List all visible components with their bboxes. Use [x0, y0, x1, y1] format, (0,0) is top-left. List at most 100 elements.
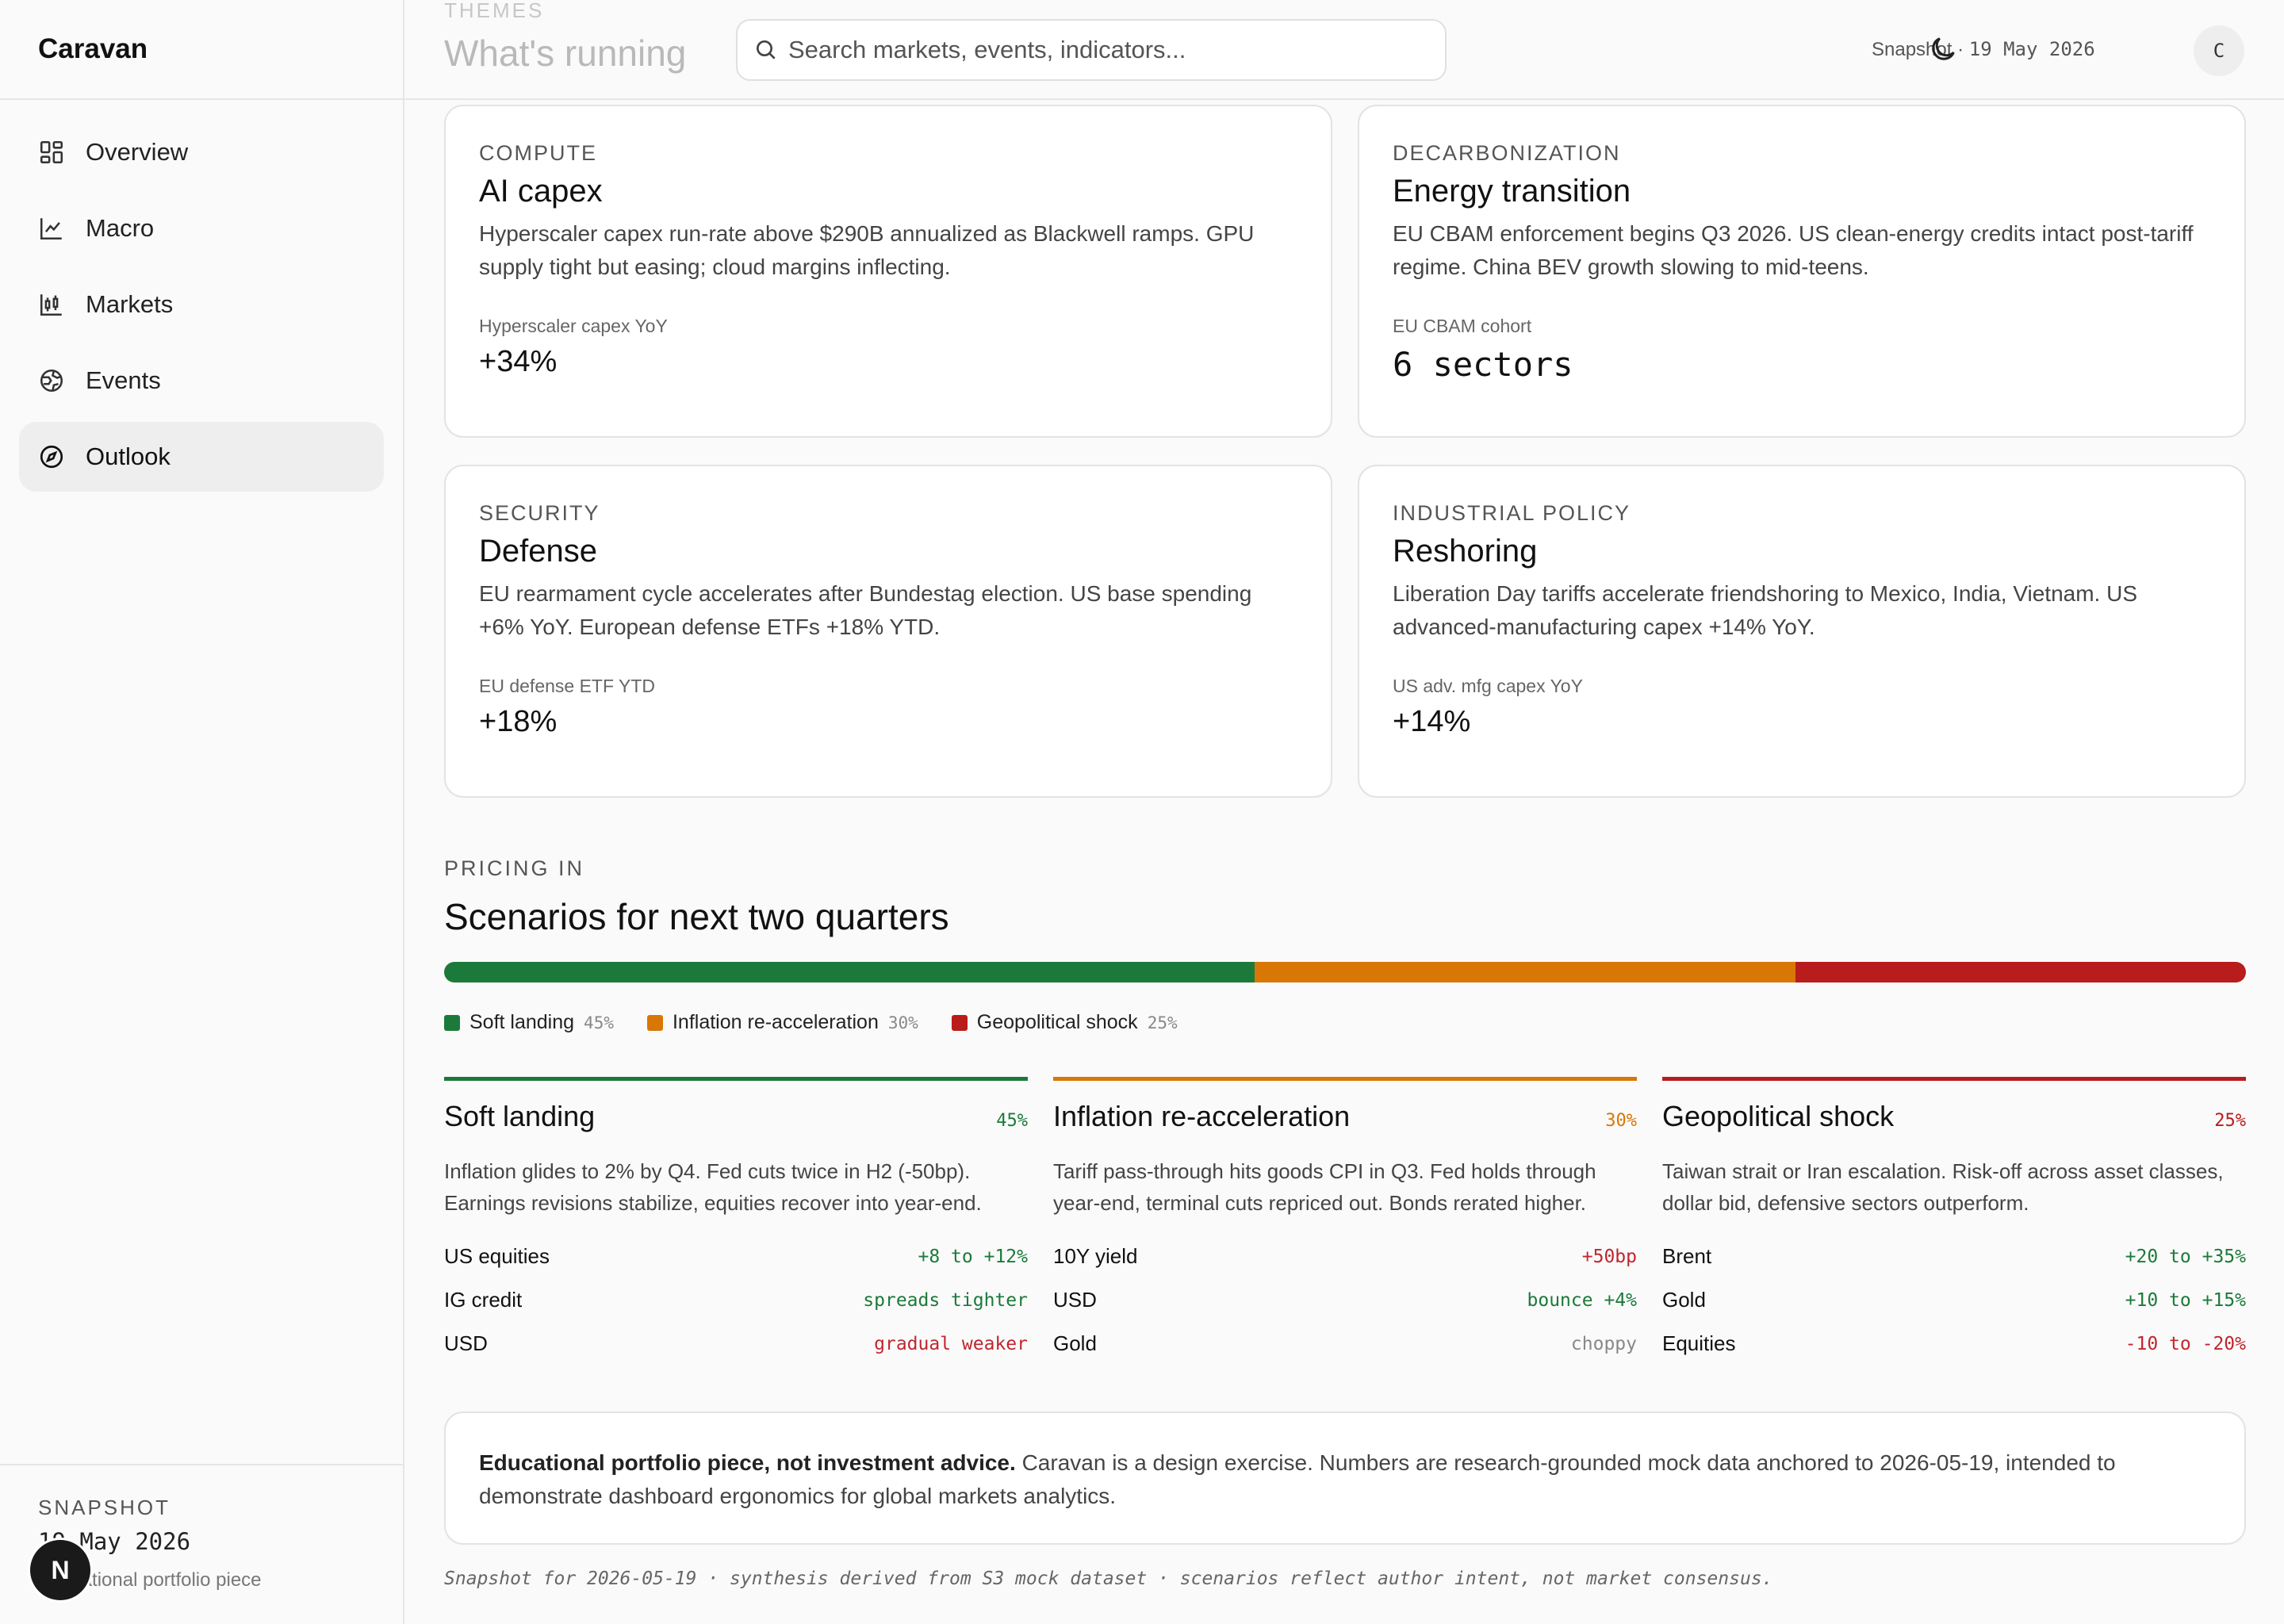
section-title: What's running [444, 33, 687, 74]
theme-metric-label: US adv. mfg capex YoY [1393, 676, 1583, 696]
disclaimer-bold: Educational portfolio piece, not investm… [479, 1450, 1016, 1475]
scenario-description: Taiwan strait or Iran escalation. Risk-o… [1662, 1159, 2224, 1215]
theme-eyebrow: INDUSTRIAL POLICY [1393, 501, 1631, 525]
theme-description: Hyperscaler capex run-rate above $290B a… [479, 221, 1255, 279]
snapshot-date: 19 May 2026 [1968, 38, 2095, 60]
asset-outlook: choppy [1570, 1333, 1637, 1354]
theme-title: Reshoring [1393, 534, 1538, 569]
theme-card-ai-capex[interactable]: COMPUTE AI capex Hyperscaler capex run-r… [444, 105, 1332, 438]
sidebar-item-markets[interactable]: Markets [19, 270, 384, 339]
scenario-title: Geopolitical shock [1662, 1100, 1895, 1132]
bar-segment-soft-landing [444, 962, 1255, 982]
theme-metric-label: EU defense ETF YTD [479, 676, 655, 696]
search-input[interactable] [787, 35, 1424, 65]
sidebar-item-label: Outlook [86, 442, 171, 470]
theme-card-defense[interactable]: SECURITY Defense EU rearmament cycle acc… [444, 465, 1332, 798]
scenario-row: 10Y yield +50bp [1053, 1235, 1637, 1278]
asset-name: 10Y yield [1053, 1244, 1138, 1268]
legend-pct: 45% [584, 1013, 614, 1032]
sidebar: Caravan Overview Macro Markets Events Ou… [0, 0, 404, 1624]
sidebar-item-label: Events [86, 366, 161, 394]
brand-name[interactable]: Caravan [0, 0, 403, 100]
scenario-title: Inflation re-acceleration [1053, 1100, 1351, 1132]
scenario-probability-bar [444, 962, 2246, 982]
sidebar-item-label: Markets [86, 290, 174, 318]
asset-outlook: -10 to -20% [2125, 1333, 2246, 1354]
scenario-row: US equities +8 to +12% [444, 1235, 1028, 1278]
legend-item-inflation: Inflation re-acceleration 30% [646, 1011, 918, 1034]
snapshot-label: SNAPSHOT [38, 1496, 171, 1519]
snapshot-indicator: Snapshot · 19 May 2026 [1872, 38, 2095, 60]
asset-outlook: bounce +4% [1527, 1289, 1637, 1311]
legend-label: Soft landing [469, 1011, 575, 1033]
legend-swatch [646, 1014, 663, 1031]
asset-outlook: +20 to +35% [2125, 1246, 2246, 1267]
theme-metric-value: 6 sectors [1393, 345, 1573, 384]
compass-icon [40, 445, 63, 469]
scenario-description: Tariff pass-through hits goods CPI in Q3… [1053, 1159, 1596, 1215]
theme-description: EU rearmament cycle accelerates after Bu… [479, 581, 1252, 639]
moon-icon[interactable] [1927, 33, 1959, 65]
snapshot-date: 19 May 2026 [38, 1528, 191, 1555]
theme-card-reshoring[interactable]: INDUSTRIAL POLICY Reshoring Liberation D… [1358, 465, 2246, 798]
legend-label: Geopolitical shock [976, 1011, 1138, 1033]
scenario-pct: 30% [1605, 1111, 1637, 1131]
theme-metric-value: +34% [479, 345, 558, 378]
top-header: THEMES What's running Snapshot · 19 May … [404, 0, 2284, 100]
scenario-row: IG credit spreads tighter [444, 1278, 1028, 1322]
scenario-pct: 25% [2214, 1111, 2246, 1131]
asset-name: IG credit [444, 1288, 523, 1312]
search-icon [757, 40, 776, 59]
candlestick-icon [40, 294, 62, 316]
avatar[interactable]: C [2194, 25, 2244, 76]
scenario-row: Gold choppy [1053, 1322, 1637, 1365]
scenario-legend: Soft landing 45% Inflation re-accelerati… [444, 1011, 2246, 1034]
asset-name: USD [444, 1331, 488, 1355]
sidebar-item-macro[interactable]: Macro [19, 193, 384, 263]
theme-metric-value: +14% [1393, 705, 1471, 738]
legend-swatch [951, 1014, 968, 1031]
scenario-pct: 45% [996, 1111, 1028, 1131]
legend-swatch [444, 1014, 460, 1031]
scenario-row: Brent +20 to +35% [1662, 1235, 2246, 1278]
theme-metric-value: +18% [479, 705, 558, 738]
asset-outlook: spreads tighter [863, 1289, 1028, 1311]
theme-eyebrow: SECURITY [479, 501, 600, 525]
sidebar-nav: Overview Macro Markets Events Outlook [0, 100, 403, 492]
theme-title: AI capex [479, 174, 603, 209]
sidebar-item-events[interactable]: Events [19, 346, 384, 416]
legend-pct: 25% [1147, 1013, 1178, 1032]
scenario-title: Soft landing [444, 1100, 596, 1132]
dev-tools-badge[interactable]: N [30, 1540, 90, 1600]
theme-title: Energy transition [1393, 174, 1631, 209]
asset-outlook: +8 to +12% [918, 1246, 1028, 1267]
grid-icon [40, 140, 63, 164]
legend-item-geopolitical: Geopolitical shock 25% [951, 1011, 1178, 1034]
sidebar-item-overview[interactable]: Overview [19, 117, 384, 187]
search-box[interactable] [736, 19, 1447, 81]
scenario-row: Gold +10 to +15% [1662, 1278, 2246, 1322]
asset-outlook: +10 to +15% [2125, 1289, 2246, 1311]
theme-title: Defense [479, 534, 597, 569]
sidebar-item-outlook[interactable]: Outlook [19, 422, 384, 492]
theme-metric-label: Hyperscaler capex YoY [479, 316, 668, 336]
scenario-description: Inflation glides to 2% by Q4. Fed cuts t… [444, 1159, 982, 1215]
scenario-row: Equities -10 to -20% [1662, 1322, 2246, 1365]
asset-outlook: gradual weaker [874, 1333, 1028, 1354]
legend-pct: 30% [887, 1013, 918, 1032]
scenario-geopolitical: Geopolitical shock 25% Taiwan strait or … [1662, 1077, 2246, 1365]
scenario-soft-landing: Soft landing 45% Inflation glides to 2% … [444, 1077, 1028, 1365]
theme-card-energy-transition[interactable]: DECARBONIZATION Energy transition EU CBA… [1358, 105, 2246, 438]
footnote: Snapshot for 2026-05-19 · synthesis deri… [444, 1568, 1773, 1589]
scenario-grid: Soft landing 45% Inflation glides to 2% … [444, 1077, 2246, 1365]
sidebar-item-label: Macro [86, 214, 155, 242]
theme-metric-label: EU CBAM cohort [1393, 316, 1532, 336]
asset-name: Gold [1662, 1288, 1706, 1312]
theme-eyebrow: DECARBONIZATION [1393, 141, 1621, 165]
bar-segment-geopolitical [1795, 962, 2246, 982]
theme-eyebrow: COMPUTE [479, 141, 597, 165]
scenario-row: USD gradual weaker [444, 1322, 1028, 1365]
sidebar-item-label: Overview [86, 138, 189, 166]
scenario-inflation: Inflation re-acceleration 30% Tariff pas… [1053, 1077, 1637, 1365]
pricing-eyebrow: PRICING IN [444, 856, 585, 880]
